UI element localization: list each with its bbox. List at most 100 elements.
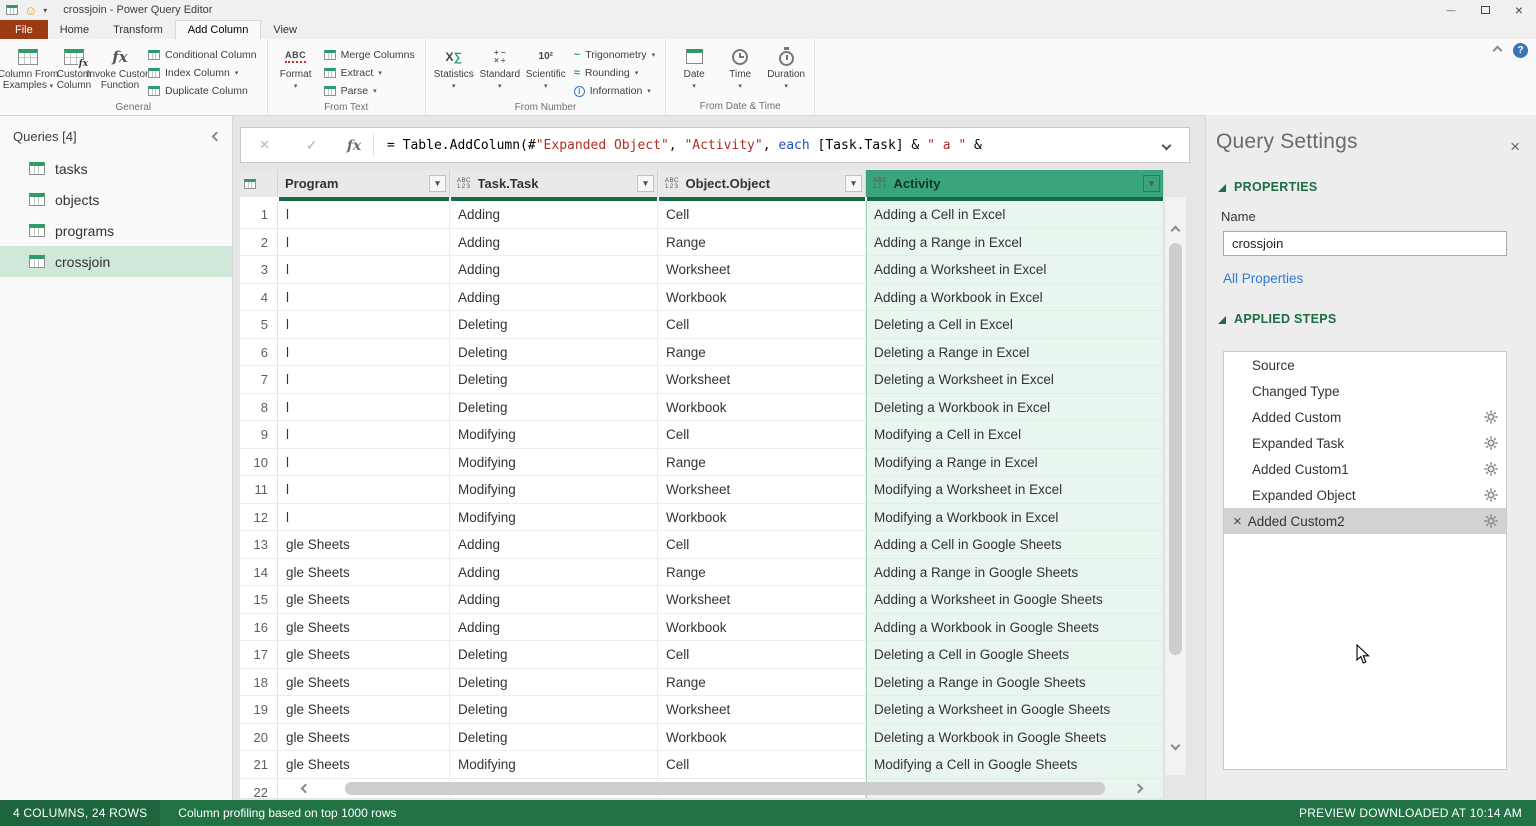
tab-view[interactable]: View [261, 20, 309, 39]
cell-activity[interactable]: Adding a Range in Google Sheets [866, 559, 1164, 587]
cell-object[interactable]: Workbook [658, 284, 866, 312]
scroll-left-icon[interactable] [301, 784, 311, 794]
properties-section-header[interactable]: PROPERTIES [1206, 180, 1536, 194]
table-row[interactable]: 8lDeletingWorkbookDeleting a Workbook in… [240, 394, 1164, 422]
cell-program[interactable]: gle Sheets [278, 614, 450, 642]
close-settings-icon[interactable] [1510, 137, 1520, 157]
vertical-scrollbar[interactable] [1164, 197, 1186, 775]
cell-task[interactable]: Deleting [450, 724, 658, 752]
table-row[interactable]: 9lModifyingCellModifying a Cell in Excel [240, 421, 1164, 449]
cell-activity[interactable]: Adding a Range in Excel [866, 229, 1164, 257]
cell-program[interactable]: l [278, 284, 450, 312]
table-corner-cell[interactable] [240, 170, 278, 197]
horizontal-scrollbar-thumb[interactable] [345, 782, 1105, 795]
cell-program[interactable]: gle Sheets [278, 641, 450, 669]
cell-activity[interactable]: Modifying a Workbook in Excel [866, 504, 1164, 532]
duplicate-column-button[interactable]: Duplicate Column [143, 82, 262, 100]
table-row[interactable]: 10lModifyingRangeModifying a Range in Ex… [240, 449, 1164, 477]
cell-object[interactable]: Range [658, 449, 866, 477]
cell-program[interactable]: l [278, 339, 450, 367]
titlebar-caret-icon[interactable]: ▾ [43, 6, 47, 15]
commit-formula-icon[interactable] [288, 137, 335, 154]
cell-task[interactable]: Adding [450, 229, 658, 257]
cell-activity[interactable]: Adding a Workbook in Google Sheets [866, 614, 1164, 642]
cell-activity[interactable]: Modifying a Cell in Google Sheets [866, 751, 1164, 779]
table-row[interactable]: 2lAddingRangeAdding a Range in Excel [240, 229, 1164, 257]
table-row[interactable]: 4lAddingWorkbookAdding a Workbook in Exc… [240, 284, 1164, 312]
step-settings-gear-icon[interactable] [1484, 488, 1498, 502]
cancel-formula-icon[interactable] [241, 135, 288, 155]
cell-activity[interactable]: Deleting a Range in Google Sheets [866, 669, 1164, 697]
cell-task[interactable]: Modifying [450, 449, 658, 477]
vertical-scrollbar-thumb[interactable] [1169, 243, 1182, 655]
cell-object[interactable]: Worksheet [658, 586, 866, 614]
merge-columns-button[interactable]: Merge Columns [319, 46, 420, 64]
query-item-objects[interactable]: objects [0, 184, 232, 215]
scroll-right-icon[interactable] [1134, 784, 1144, 794]
cell-program[interactable]: l [278, 449, 450, 477]
formula-input[interactable]: = Table.AddColumn(#"Expanded Object", "A… [387, 138, 1143, 153]
cell-object[interactable]: Worksheet [658, 256, 866, 284]
index-column-button[interactable]: Index Column▾ [143, 64, 262, 82]
table-row[interactable]: 18gle SheetsDeletingRangeDeleting a Rang… [240, 669, 1164, 697]
status-profiling[interactable]: Column profiling based on top 1000 rows [160, 806, 396, 820]
cell-task[interactable]: Modifying [450, 504, 658, 532]
cell-object[interactable]: Cell [658, 641, 866, 669]
table-row[interactable]: 11lModifyingWorksheetModifying a Workshe… [240, 476, 1164, 504]
column-header-activity[interactable]: Activity [866, 170, 1164, 197]
tab-file[interactable]: File [0, 20, 48, 39]
table-row[interactable]: 20gle SheetsDeletingWorkbookDeleting a W… [240, 724, 1164, 752]
cell-program[interactable]: gle Sheets [278, 531, 450, 559]
tab-add-column[interactable]: Add Column [175, 20, 262, 39]
column-header-task[interactable]: Task.Task [450, 170, 658, 197]
close-button[interactable] [1502, 0, 1536, 20]
table-row[interactable]: 13gle SheetsAddingCellAdding a Cell in G… [240, 531, 1164, 559]
conditional-column-button[interactable]: Conditional Column [143, 46, 262, 64]
step-expanded-object[interactable]: Expanded Object [1224, 482, 1506, 508]
maximize-button[interactable] [1468, 0, 1502, 20]
step-added-custom1[interactable]: Added Custom1 [1224, 456, 1506, 482]
rounding-button[interactable]: ≈Rounding▾ [569, 64, 660, 82]
trigonometry-button[interactable]: ~Trigonometry▾ [569, 46, 660, 64]
cell-activity[interactable]: Deleting a Worksheet in Excel [866, 366, 1164, 394]
table-row[interactable]: 12lModifyingWorkbookModifying a Workbook… [240, 504, 1164, 532]
cell-object[interactable]: Workbook [658, 504, 866, 532]
cell-task[interactable]: Adding [450, 586, 658, 614]
query-item-tasks[interactable]: tasks [0, 153, 232, 184]
scientific-button[interactable]: 10² Scientific▾ [523, 41, 569, 91]
table-row[interactable]: 6lDeletingRangeDeleting a Range in Excel [240, 339, 1164, 367]
cell-activity[interactable]: Adding a Workbook in Excel [866, 284, 1164, 312]
expand-formula-button[interactable] [1143, 142, 1189, 149]
date-button[interactable]: Date▾ [671, 41, 717, 91]
cell-activity[interactable]: Adding a Worksheet in Excel [866, 256, 1164, 284]
cell-program[interactable]: l [278, 311, 450, 339]
parse-button[interactable]: Parse▾ [319, 82, 420, 100]
scroll-down-icon[interactable] [1171, 741, 1181, 751]
cell-activity[interactable]: Deleting a Workbook in Google Sheets [866, 724, 1164, 752]
step-changed-type[interactable]: Changed Type [1224, 378, 1506, 404]
filter-icon[interactable] [845, 175, 862, 192]
tab-transform[interactable]: Transform [101, 20, 175, 39]
cell-program[interactable]: l [278, 421, 450, 449]
cell-object[interactable]: Range [658, 669, 866, 697]
cell-object[interactable]: Cell [658, 201, 866, 229]
cell-task[interactable]: Adding [450, 284, 658, 312]
cell-object[interactable]: Cell [658, 311, 866, 339]
cell-program[interactable]: l [278, 476, 450, 504]
cell-program[interactable]: l [278, 256, 450, 284]
query-item-crossjoin[interactable]: crossjoin [0, 246, 232, 277]
step-added-custom2[interactable]: Added Custom2 [1224, 508, 1506, 534]
cell-activity[interactable]: Adding a Cell in Excel [866, 201, 1164, 229]
cell-object[interactable]: Workbook [658, 724, 866, 752]
column-header-object[interactable]: Object.Object [658, 170, 866, 197]
cell-activity[interactable]: Deleting a Cell in Excel [866, 311, 1164, 339]
cell-object[interactable]: Range [658, 339, 866, 367]
cell-task[interactable]: Adding [450, 201, 658, 229]
cell-task[interactable]: Modifying [450, 421, 658, 449]
step-settings-gear-icon[interactable] [1484, 436, 1498, 450]
query-item-programs[interactable]: programs [0, 215, 232, 246]
information-button[interactable]: iInformation▾ [569, 82, 660, 100]
cell-task[interactable]: Deleting [450, 696, 658, 724]
cell-object[interactable]: Worksheet [658, 696, 866, 724]
feedback-smiley-icon[interactable]: ☺ [24, 4, 37, 17]
